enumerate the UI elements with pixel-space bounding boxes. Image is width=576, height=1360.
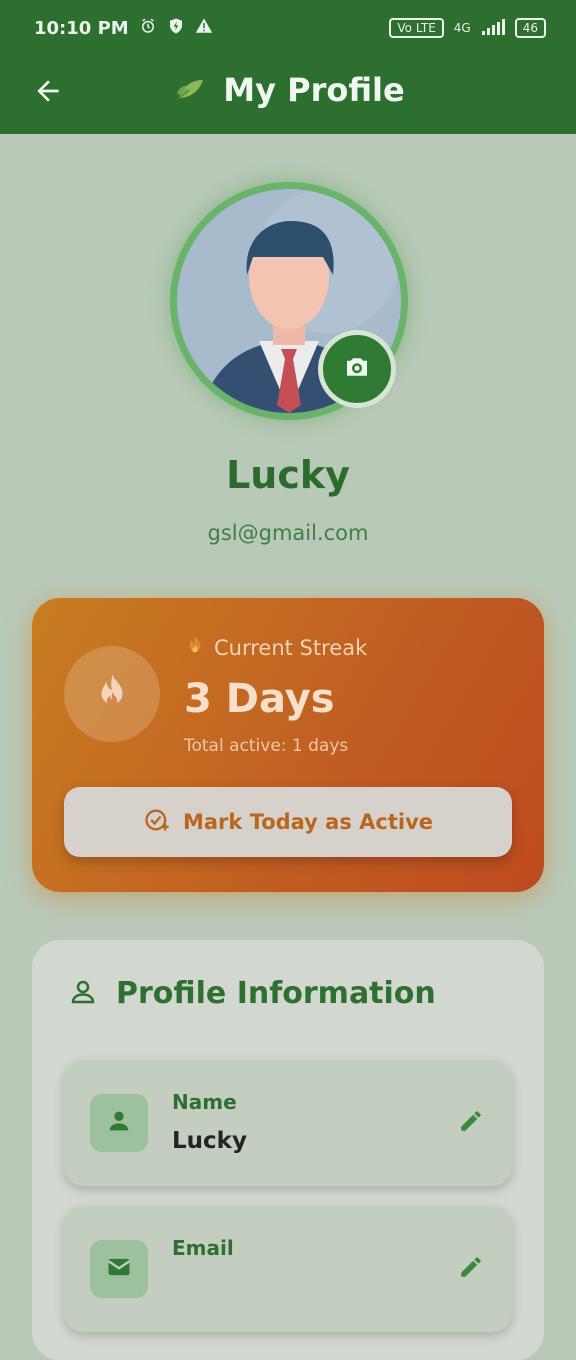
fire-icon [91,671,133,717]
mark-active-label: Mark Today as Active [182,810,434,834]
person-icon [105,1107,133,1139]
signal-icon [481,18,505,38]
status-left: 10:10 PM [34,17,213,40]
field-name-icon-box [90,1094,148,1152]
battery-icon: 46 [514,18,546,38]
camera-icon [342,352,372,386]
volte-icon: Vo LTE [389,18,444,38]
person-outline-icon [68,977,98,1011]
check-circle-icon [143,806,171,838]
edit-name-button[interactable] [456,1108,486,1138]
network-label: 4G [453,21,471,35]
streak-card: Current Streak 3 Days Total active: 1 da… [32,598,544,892]
profile-name: Lucky [226,453,350,497]
pencil-icon [458,1108,484,1138]
app-bar: My Profile [0,56,576,134]
field-label: Name [172,1090,237,1114]
leaf-icon [171,68,211,112]
fire-emoji-icon [184,634,206,661]
status-time: 10:10 PM [34,17,129,39]
profile-info-card: Profile Information Name Lucky Email [32,940,544,1360]
profile-content: Lucky gsl@gmail.com Current Streak 3 Day… [0,134,576,1360]
profile-info-header: Profile Information [68,976,436,1011]
field-email[interactable]: Email [64,1206,512,1332]
status-bar: 10:10 PM Vo LTE 4G 46 [0,0,576,56]
field-name[interactable]: Name Lucky [64,1060,512,1186]
profile-info-title: Profile Information [116,976,436,1011]
field-email-icon-box [90,1240,148,1298]
streak-label: Current Streak [184,634,367,661]
change-photo-button[interactable] [318,330,396,408]
mail-icon [105,1253,133,1285]
title-wrap: My Profile [0,68,576,112]
page-title: My Profile [223,71,405,109]
profile-email: gsl@gmail.com [207,521,369,545]
streak-total: Total active: 1 days [184,736,349,756]
streak-flame-badge [64,646,160,742]
field-label: Email [172,1236,234,1260]
shield-bolt-icon [167,17,185,40]
field-value: Lucky [172,1128,247,1154]
warning-icon [195,17,213,40]
streak-days: 3 Days [184,676,335,722]
mark-active-button[interactable]: Mark Today as Active [64,787,512,857]
alarm-icon [139,17,157,40]
streak-label-text: Current Streak [214,635,368,660]
status-right: Vo LTE 4G 46 [389,18,546,38]
